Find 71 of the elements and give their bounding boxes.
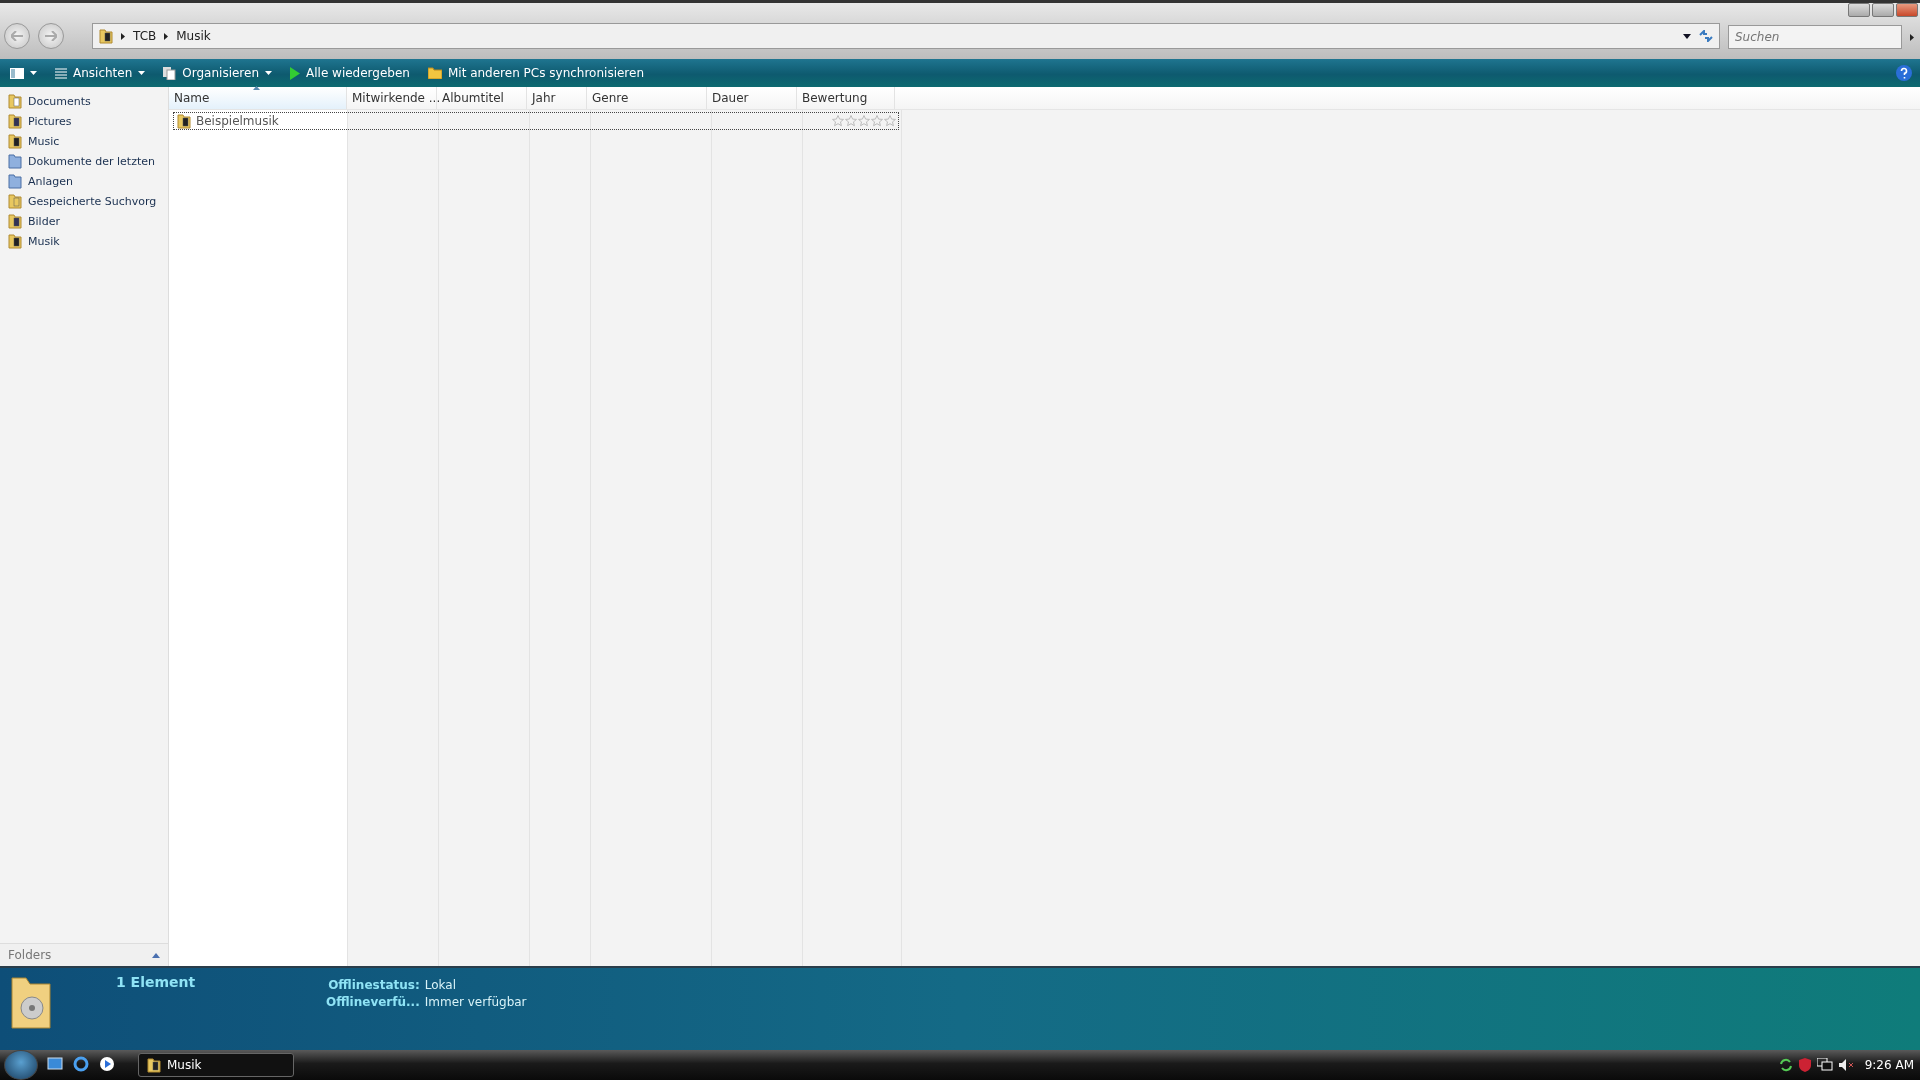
layout-button[interactable] xyxy=(8,65,39,81)
speaker-icon[interactable] xyxy=(1838,1059,1853,1071)
sidebar-item[interactable]: Dokumente der letzten xyxy=(0,151,168,171)
folders-label: Folders xyxy=(8,948,52,962)
chevron-icon[interactable] xyxy=(1910,34,1914,41)
play-icon xyxy=(290,66,300,80)
column-header[interactable]: Albumtitel xyxy=(437,87,527,109)
folder-icon xyxy=(8,93,22,109)
property-value: Immer verfügbar xyxy=(424,995,527,1009)
taskbar-window-button[interactable]: Musik xyxy=(138,1053,294,1077)
sidebar-item[interactable]: Bilder xyxy=(0,211,168,231)
dropdown-caret-icon[interactable] xyxy=(1683,33,1691,39)
browser-icon[interactable] xyxy=(72,1056,90,1074)
column-header[interactable]: Jahr xyxy=(527,87,587,109)
item-count: 1 Element xyxy=(116,974,197,992)
property-label: Offlineverfü... xyxy=(326,995,420,1009)
folder-icon xyxy=(8,213,22,229)
folder-icon xyxy=(8,133,22,149)
column-header[interactable]: Mitwirkende ... xyxy=(347,87,437,109)
sidebar-item[interactable]: Documents xyxy=(0,91,168,111)
column-header[interactable]: Name xyxy=(169,87,347,109)
folder-icon xyxy=(8,113,22,129)
media-player-icon[interactable] xyxy=(98,1056,116,1074)
column-header[interactable]: Dauer xyxy=(707,87,797,109)
sidebar-item[interactable]: Anlagen xyxy=(0,171,168,191)
file-name: Beispielmusik xyxy=(174,113,279,129)
pages-icon xyxy=(163,66,177,80)
toolbar-button[interactable]: Alle wiedergeben xyxy=(288,64,412,82)
caret-icon xyxy=(30,71,37,75)
star-icon xyxy=(832,115,844,127)
folder-icon xyxy=(177,113,191,129)
column-header[interactable]: Genre xyxy=(587,87,707,109)
network-icon[interactable] xyxy=(1816,1058,1833,1072)
folder-icon xyxy=(8,153,22,169)
folder-icon xyxy=(8,173,22,189)
sidebar-item[interactable]: Musik xyxy=(0,231,168,251)
star-icon xyxy=(858,115,870,127)
toolbar-button[interactable]: Mit anderen PCs synchronisieren xyxy=(425,64,646,82)
address-bar[interactable]: TCB Musik xyxy=(92,23,1720,49)
folders-icon xyxy=(427,67,442,79)
breadcrumb-link[interactable]: Musik xyxy=(176,29,211,43)
sidebar-item[interactable]: Music xyxy=(0,131,168,151)
sidebar-item[interactable]: Gespeicherte Suchvorg xyxy=(0,191,168,211)
file-row[interactable]: Beispielmusik xyxy=(174,113,898,129)
search-field[interactable]: Suchen xyxy=(1728,25,1902,49)
folder-icon xyxy=(8,233,22,249)
sync-arrows-icon[interactable] xyxy=(1778,1058,1793,1072)
shield-icon[interactable] xyxy=(1798,1058,1811,1072)
layout-icon xyxy=(10,67,24,79)
breadcrumb-link[interactable]: TCB xyxy=(133,29,157,43)
toolbar-button[interactable]: Ansichten xyxy=(53,64,148,82)
property-label: Offlinestatus: xyxy=(327,978,420,992)
start-button[interactable] xyxy=(4,1050,38,1080)
clock[interactable]: 9:26 AM xyxy=(1864,1058,1914,1072)
refresh-icon[interactable] xyxy=(1699,30,1713,42)
folder-icon xyxy=(8,193,22,209)
toolbar-button[interactable]: Organisieren xyxy=(161,64,274,82)
folder-icon xyxy=(147,1057,161,1073)
star-icon xyxy=(884,115,896,127)
sidebar-item[interactable]: Pictures xyxy=(0,111,168,131)
chevron-icon xyxy=(164,32,169,40)
column-header[interactable]: Bewertung xyxy=(797,87,895,109)
forward-arrow-icon xyxy=(45,31,57,41)
help-icon[interactable] xyxy=(1896,65,1912,81)
list-view-icon xyxy=(55,67,67,79)
back-arrow-icon xyxy=(11,31,23,41)
star-icon xyxy=(871,115,883,127)
property-value: Lokal xyxy=(424,978,457,992)
star-icon xyxy=(845,115,857,127)
chevron-icon xyxy=(121,32,125,40)
collapse-caret-icon xyxy=(152,952,160,958)
